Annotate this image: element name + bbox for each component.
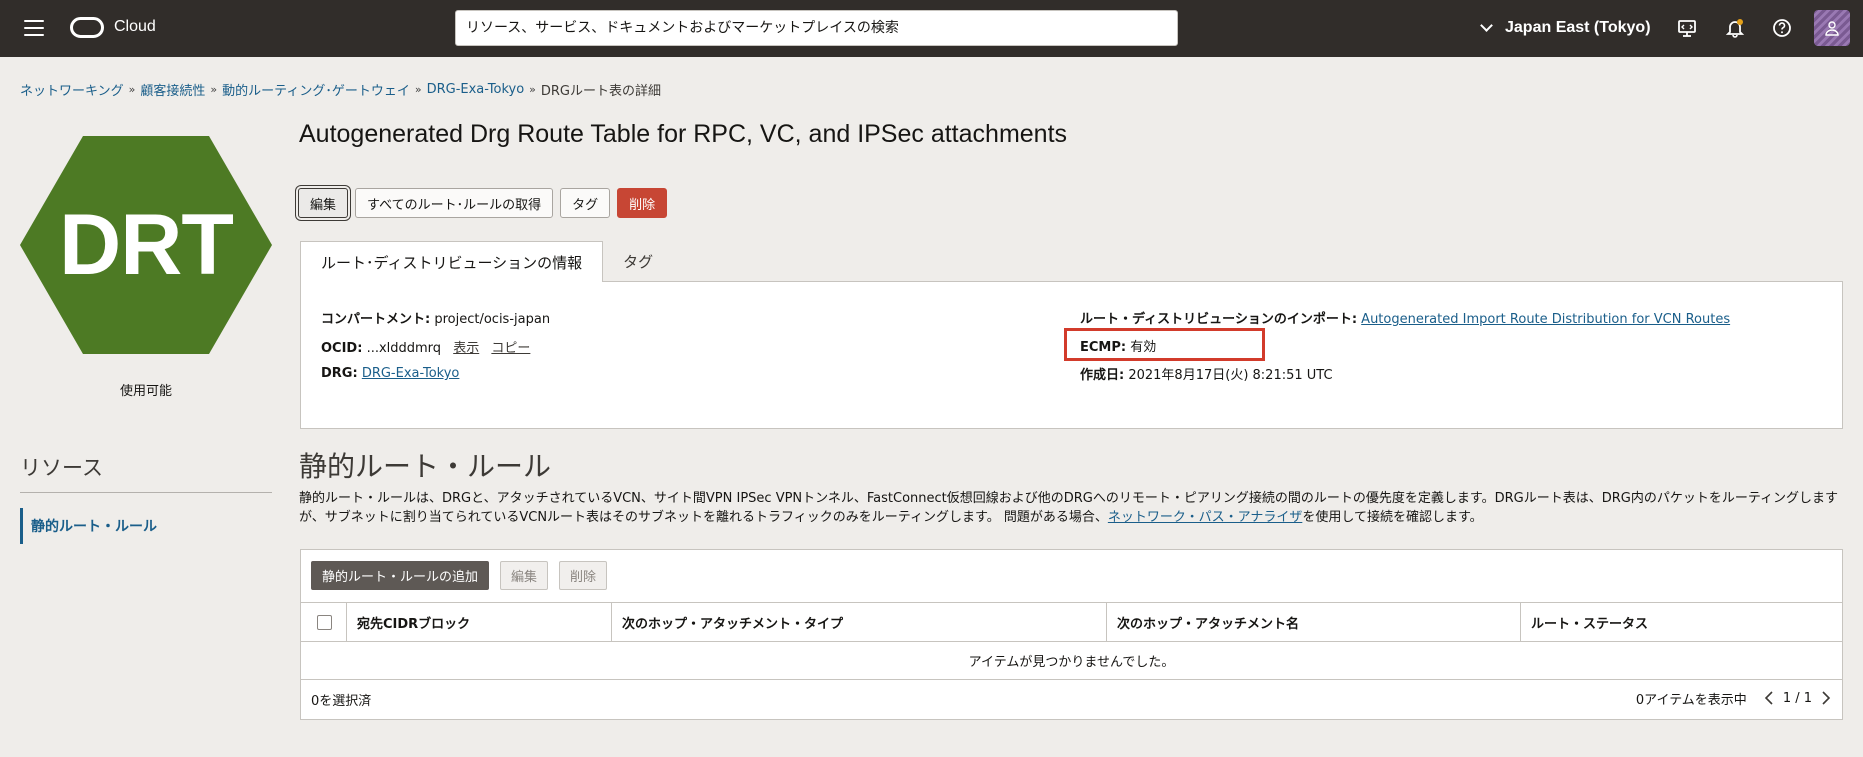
resources-heading: リソース: [20, 456, 103, 480]
drg-link[interactable]: DRG-Exa-Tokyo: [362, 366, 460, 381]
static-route-rules-heading: 静的ルート・ルール: [299, 450, 552, 483]
drg-label: DRG:: [321, 366, 358, 381]
tags-button[interactable]: タグ: [560, 188, 611, 218]
tab-bar: ルート･ディストリビューションの情報 タグ: [300, 241, 673, 282]
ecmp-label: ECMP:: [1080, 340, 1127, 355]
chevron-right-icon[interactable]: [1818, 688, 1834, 708]
import-distribution-row: ルート・ディストリビューションのインポート: Autogenerated Imp…: [1080, 308, 1730, 327]
description-text: 静的ルート・ルールは、DRGと、アタッチされているVCN、サイト間VPN IPS…: [299, 491, 1839, 525]
drg-row: DRG: DRG-Exa-Tokyo: [321, 366, 459, 381]
import-distribution-link[interactable]: Autogenerated Import Route Distribution …: [1361, 312, 1730, 327]
tab-route-distribution-info[interactable]: ルート･ディストリビューションの情報: [300, 241, 604, 282]
breadcrumb-current: DRGルート表の詳細: [540, 84, 662, 99]
delete-button[interactable]: 削除: [617, 188, 668, 218]
divider: [20, 492, 272, 493]
static-route-rules-description: 静的ルート・ルールは、DRGと、アタッチされているVCN、サイト間VPN IPS…: [299, 489, 1844, 527]
breadcrumb-separator: »: [414, 83, 422, 96]
tab-tags[interactable]: タグ: [603, 241, 673, 282]
import-distribution-label: ルート・ディストリビューションのインポート:: [1080, 312, 1358, 327]
breadcrumb-separator: »: [210, 83, 218, 96]
page-indicator: 1 / 1: [1782, 690, 1812, 706]
column-header-next-hop-name[interactable]: 次のホップ・アタッチメント名: [1106, 603, 1520, 641]
developer-tools-icon[interactable]: [1676, 17, 1698, 39]
table-toolbar: 静的ルート・ルールの追加 編集 削除: [311, 561, 608, 590]
ocid-value: ...xldddmrq: [366, 341, 442, 356]
chevron-left-icon[interactable]: [1761, 688, 1777, 708]
table-delete-button[interactable]: 削除: [559, 561, 608, 590]
region-label: Japan East (Tokyo): [1505, 19, 1651, 36]
select-all-checkbox[interactable]: [317, 615, 332, 630]
column-header-route-status[interactable]: ルート・ステータス: [1520, 603, 1842, 641]
chevron-down-icon: [1480, 19, 1493, 32]
pagination: 0アイテムを表示中 1 / 1: [1636, 688, 1834, 708]
created-label: 作成日:: [1080, 368, 1125, 383]
hamburger-menu-icon[interactable]: [24, 20, 44, 36]
user-icon: [1825, 21, 1839, 36]
help-icon[interactable]: [1771, 17, 1793, 39]
breadcrumb-drg[interactable]: DRG-Exa-Tokyo: [427, 82, 525, 97]
showing-count: 0アイテムを表示中: [1635, 692, 1747, 708]
description-text-end: を使用して接続を確認します。: [1302, 510, 1483, 525]
resource-abbr: DRT: [59, 196, 234, 293]
ecmp-value: 有効: [1130, 340, 1157, 355]
ocid-copy-link[interactable]: コピー: [491, 341, 530, 356]
compartment-value: project/ocis-japan: [434, 312, 551, 327]
compartment-row: コンパートメント: project/ocis-japan: [321, 308, 550, 327]
user-avatar[interactable]: [1814, 10, 1850, 46]
breadcrumb-drg-list[interactable]: 動的ルーティング･ゲートウェイ: [222, 80, 410, 99]
static-route-rules-table: 静的ルート・ルールの追加 編集 削除 宛先CIDRブロック 次のホップ・アタッチ…: [300, 549, 1843, 720]
selected-count: 0を選択済: [311, 694, 372, 709]
ocid-label: OCID:: [321, 341, 363, 356]
ecmp-row: ECMP: 有効: [1080, 336, 1156, 355]
page-title: Autogenerated Drg Route Table for RPC, V…: [299, 120, 1068, 148]
resource-status: 使用可能: [119, 384, 172, 399]
network-path-analyzer-link[interactable]: ネットワーク・パス・アナライザ: [1108, 510, 1302, 525]
top-nav-bar: Cloud Japan East (Tokyo): [0, 0, 1863, 57]
action-bar: 編集 すべてのルート･ルールの取得 タグ 削除: [298, 188, 668, 218]
info-panel: コンパートメント: project/ocis-japan OCID: ...xl…: [300, 281, 1843, 429]
get-all-route-rules-button[interactable]: すべてのルート･ルールの取得: [355, 188, 554, 218]
breadcrumb: ネットワーキング » 顧客接続性 » 動的ルーティング･ゲートウェイ » DRG…: [20, 80, 661, 99]
ocid-show-link[interactable]: 表示: [453, 341, 479, 356]
ocid-row: OCID: ...xldddmrq 表示 コピー: [321, 337, 530, 356]
compartment-label: コンパートメント:: [321, 312, 431, 327]
breadcrumb-separator: »: [529, 83, 536, 96]
brand-label[interactable]: Cloud: [114, 18, 156, 36]
table-edit-button[interactable]: 編集: [500, 561, 549, 590]
region-selector[interactable]: Japan East (Tokyo): [1478, 17, 1651, 39]
table-header: 宛先CIDRブロック 次のホップ・アタッチメント・タイプ 次のホップ・アタッチメ…: [301, 602, 1842, 642]
notifications-bell-icon[interactable]: [1724, 17, 1746, 39]
breadcrumb-networking[interactable]: ネットワーキング: [20, 80, 124, 99]
column-header-destination-cidr[interactable]: 宛先CIDRブロック: [346, 603, 611, 641]
breadcrumb-customer-connectivity[interactable]: 顧客接続性: [140, 80, 205, 99]
oracle-logo-icon[interactable]: [70, 17, 104, 38]
resource-hexagon-icon: DRT: [20, 136, 272, 354]
add-static-route-rule-button[interactable]: 静的ルート・ルールの追加: [311, 561, 490, 590]
sidebar-item-static-route-rules[interactable]: 静的ルート・ルール: [20, 508, 157, 544]
edit-button[interactable]: 編集: [298, 188, 349, 218]
search-input[interactable]: [455, 10, 1178, 46]
breadcrumb-separator: »: [128, 83, 136, 96]
empty-table-message: アイテムが見つかりませんでした。: [301, 642, 1842, 680]
created-row: 作成日: 2021年8月17日(火) 8:21:51 UTC: [1080, 364, 1333, 383]
created-value: 2021年8月17日(火) 8:21:51 UTC: [1128, 368, 1333, 383]
column-header-next-hop-type[interactable]: 次のホップ・アタッチメント・タイプ: [611, 603, 1106, 641]
